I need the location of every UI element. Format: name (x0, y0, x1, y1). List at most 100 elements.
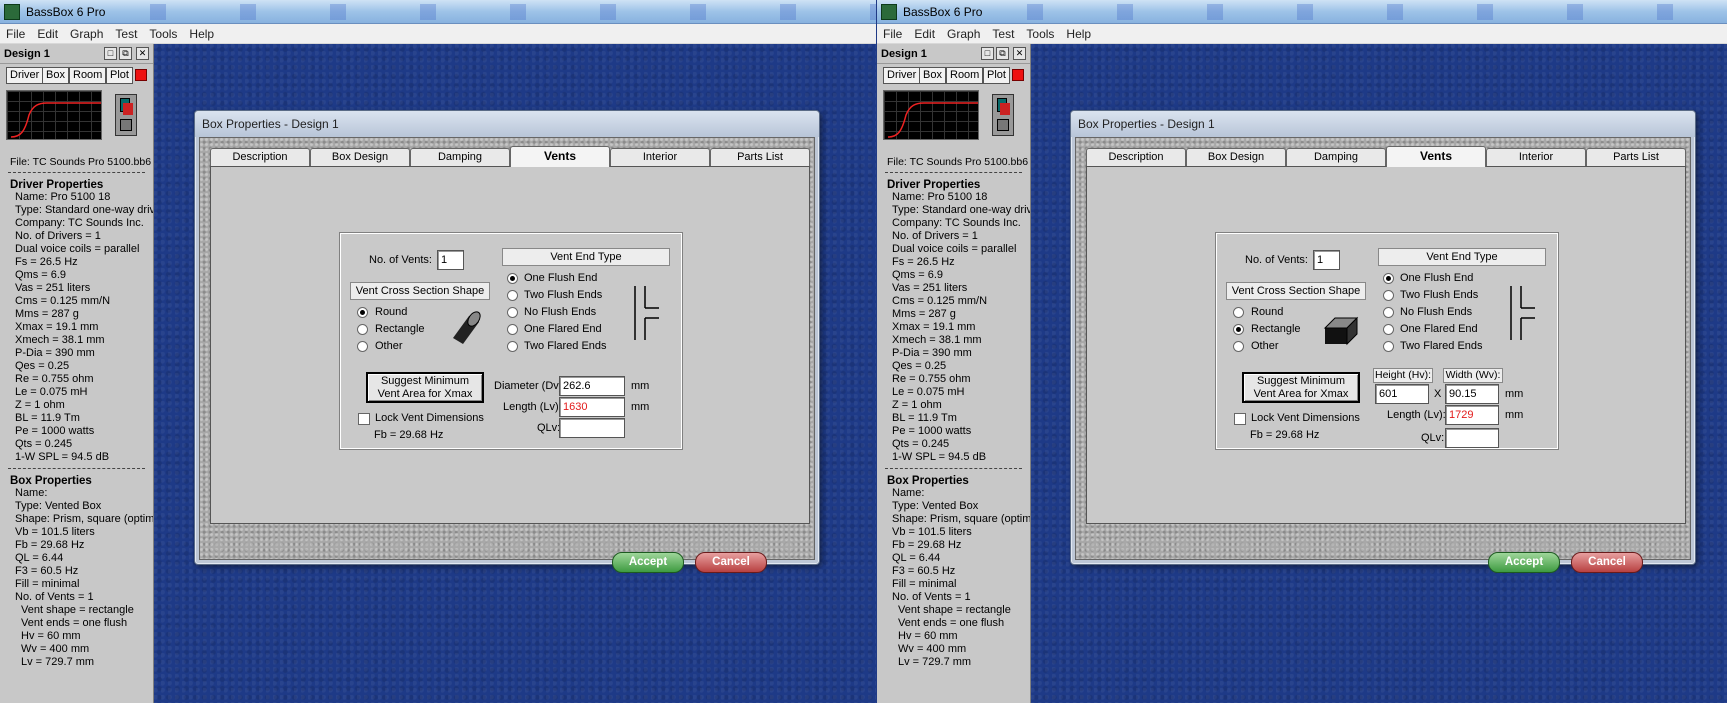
one-flush-end-label: One Flush End (524, 272, 598, 284)
close-icon[interactable]: ✕ (136, 47, 149, 60)
prop-line: Wv = 400 mm (21, 643, 90, 655)
stop-icon[interactable] (135, 69, 147, 81)
tab-vents[interactable]: Vents (1386, 146, 1486, 167)
qlv-input[interactable] (559, 418, 625, 438)
response-graph-thumbnail[interactable] (6, 90, 102, 140)
shape-other-label: Other (375, 340, 403, 352)
no-vents-input[interactable]: 1 (437, 250, 464, 270)
shape-round-radio[interactable] (357, 307, 368, 318)
prop-line: Cms = 0.125 mm/N (15, 295, 111, 307)
tab-box-design[interactable]: Box Design (310, 148, 410, 166)
diameter-input[interactable]: 262.6 (559, 376, 625, 396)
menu-test[interactable]: Test (986, 24, 1020, 41)
plot-button[interactable]: Plot (983, 67, 1010, 84)
driver-button[interactable]: Driver (6, 67, 44, 84)
box-properties-title: Box Properties (10, 475, 92, 487)
suggest-min-vent-area-button[interactable]: Suggest Minimum Vent Area for Xmax (1242, 372, 1360, 403)
app-icon (4, 4, 20, 20)
speaker-box-thumbnail[interactable] (115, 94, 137, 136)
menu-file[interactable]: File (877, 24, 908, 41)
menu-tools[interactable]: Tools (1020, 24, 1060, 41)
box-button[interactable]: Box (42, 67, 69, 84)
driver-button[interactable]: Driver (883, 67, 921, 84)
room-button[interactable]: Room (69, 67, 107, 84)
design-sidebar: Design 1 □ ⧉ ✕ Driver Box Room Plot File… (877, 44, 1031, 703)
prop-line: Xmech = 38.1 mm (892, 334, 982, 346)
prop-line: Xmax = 19.1 mm (892, 321, 976, 333)
tab-damping[interactable]: Damping (410, 148, 510, 166)
cancel-button[interactable]: Cancel (695, 552, 767, 573)
prop-line: Fs = 26.5 Hz (15, 256, 78, 268)
accept-button[interactable]: Accept (1488, 552, 1560, 573)
box-button[interactable]: Box (919, 67, 946, 84)
qlv-input[interactable] (1445, 428, 1499, 448)
cross-section-title: Vent Cross Section Shape (1226, 282, 1366, 300)
length-input[interactable]: 1630 (559, 397, 625, 417)
shape-other-radio[interactable] (357, 341, 368, 352)
one-flared-end-radio[interactable] (507, 324, 518, 335)
prop-line: Type: Standard one-way driver (15, 204, 153, 216)
suggest-min-vent-area-button[interactable]: Suggest Minimum Vent Area for Xmax (366, 372, 484, 403)
save-icon[interactable]: □ (981, 47, 994, 60)
tab-parts-list[interactable]: Parts List (710, 148, 810, 166)
copy-icon[interactable]: ⧉ (996, 47, 1009, 60)
one-flush-end-radio[interactable] (1383, 273, 1394, 284)
tab-interior[interactable]: Interior (610, 148, 710, 166)
two-flared-ends-label: Two Flared Ends (524, 340, 607, 352)
save-icon[interactable]: □ (104, 47, 117, 60)
width-input[interactable]: 90.15 (1445, 384, 1499, 404)
tab-damping[interactable]: Damping (1286, 148, 1386, 166)
suggest-button-line2: Vent Area for Xmax (1253, 388, 1349, 400)
prop-line: Mms = 287 g (15, 308, 79, 320)
shape-other-radio[interactable] (1233, 341, 1244, 352)
plot-button[interactable]: Plot (106, 67, 133, 84)
menu-graph[interactable]: Graph (64, 24, 109, 41)
menu-graph[interactable]: Graph (941, 24, 986, 41)
tab-description[interactable]: Description (1086, 148, 1186, 166)
length-input[interactable]: 1729 (1445, 405, 1499, 425)
stop-icon[interactable] (1012, 69, 1024, 81)
prop-line: Qms = 6.9 (892, 269, 944, 281)
box-properties-dialog: Box Properties - Design 1 Description Bo… (194, 110, 820, 573)
speaker-box-thumbnail[interactable] (992, 94, 1014, 136)
shape-rectangle-radio[interactable] (357, 324, 368, 335)
menu-help[interactable]: Help (1060, 24, 1097, 41)
tab-parts-list[interactable]: Parts List (1586, 148, 1686, 166)
shape-round-radio[interactable] (1233, 307, 1244, 318)
prop-line: Pe = 1000 watts (15, 425, 95, 437)
height-input[interactable]: 601 (1375, 384, 1429, 404)
response-graph-thumbnail[interactable] (883, 90, 979, 140)
menu-tools[interactable]: Tools (143, 24, 183, 41)
tab-interior[interactable]: Interior (1486, 148, 1586, 166)
one-flared-end-radio[interactable] (1383, 324, 1394, 335)
two-flared-ends-radio[interactable] (1383, 341, 1394, 352)
lock-vent-dimensions-checkbox[interactable] (358, 413, 370, 425)
no-flush-ends-radio[interactable] (507, 307, 518, 318)
prop-line: Hv = 60 mm (898, 630, 958, 642)
one-flush-end-radio[interactable] (507, 273, 518, 284)
two-flared-ends-radio[interactable] (507, 341, 518, 352)
accept-button[interactable]: Accept (612, 552, 684, 573)
tab-box-design[interactable]: Box Design (1186, 148, 1286, 166)
shape-rectangle-radio[interactable] (1233, 324, 1244, 335)
copy-icon[interactable]: ⧉ (119, 47, 132, 60)
cancel-button[interactable]: Cancel (1571, 552, 1643, 573)
prop-line: Vb = 101.5 liters (892, 526, 972, 538)
box-properties-list: Name: Type: Vented Box Shape: Prism, squ… (15, 487, 153, 669)
no-vents-input[interactable]: 1 (1313, 250, 1340, 270)
menu-file[interactable]: File (0, 24, 31, 41)
lock-vent-dimensions-checkbox[interactable] (1234, 413, 1246, 425)
tab-vents[interactable]: Vents (510, 146, 610, 167)
menu-test[interactable]: Test (109, 24, 143, 41)
tab-description[interactable]: Description (210, 148, 310, 166)
close-icon[interactable]: ✕ (1013, 47, 1026, 60)
two-flush-ends-radio[interactable] (507, 290, 518, 301)
no-flush-ends-radio[interactable] (1383, 307, 1394, 318)
menu-edit[interactable]: Edit (908, 24, 941, 41)
separator (8, 466, 145, 469)
file-name: File: TC Sounds Pro 5100.bb6 (887, 156, 1029, 168)
menu-edit[interactable]: Edit (31, 24, 64, 41)
menu-help[interactable]: Help (183, 24, 220, 41)
two-flush-ends-radio[interactable] (1383, 290, 1394, 301)
room-button[interactable]: Room (946, 67, 984, 84)
